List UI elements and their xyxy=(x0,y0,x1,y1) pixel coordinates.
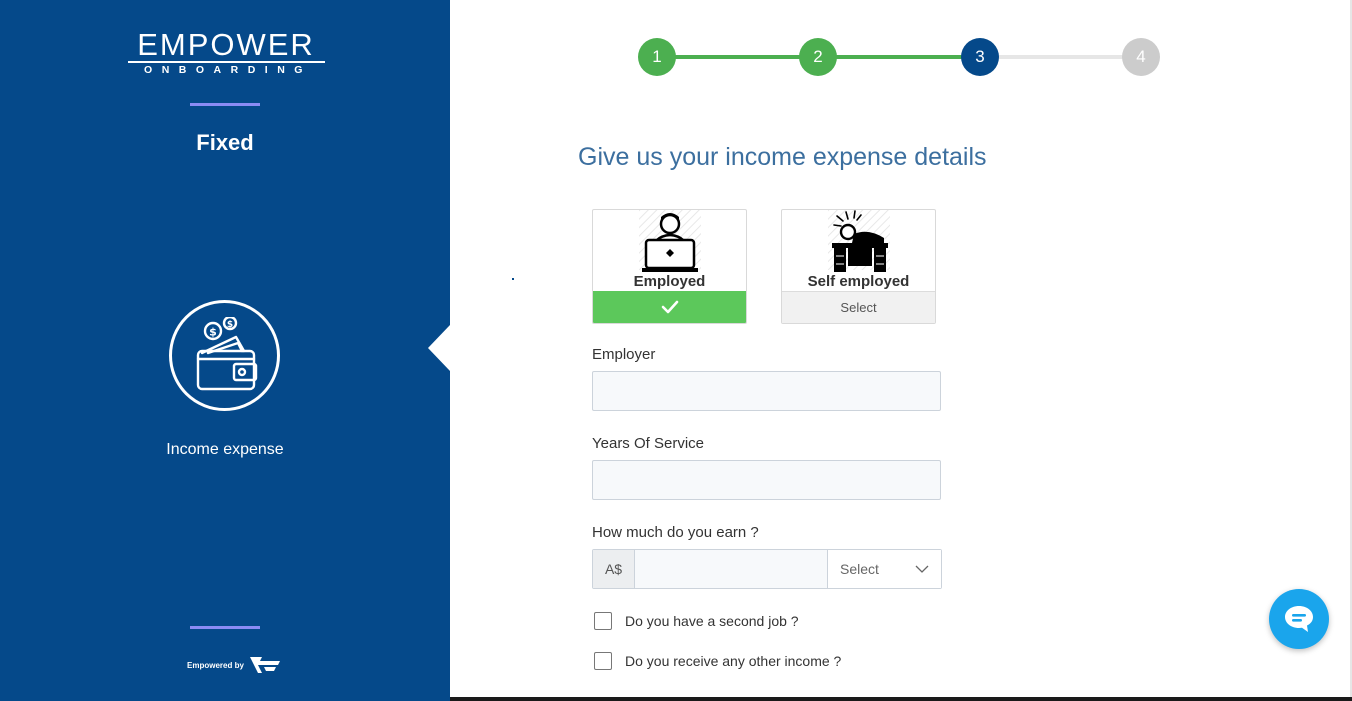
svg-text:$: $ xyxy=(227,320,233,330)
employed-option-card[interactable]: Employed xyxy=(592,209,747,324)
earnings-input-group: A$ Select xyxy=(592,549,942,589)
logo-sub-text: ONBOARDING xyxy=(144,64,312,76)
earnings-label: How much do you earn ? xyxy=(592,524,759,541)
second-job-label: Do you have a second job ? xyxy=(625,613,799,629)
progress-track-pending xyxy=(980,55,1141,59)
sidebar: EMPOWER ONBOARDING Fixed $ $ Income expe… xyxy=(0,0,450,701)
form-heading: Give us your income expense details xyxy=(578,143,987,171)
self-employed-option-card[interactable]: Self employed Select xyxy=(781,209,936,324)
self-employed-label: Self employed xyxy=(807,273,910,290)
stray-dot xyxy=(512,278,514,280)
employer-input[interactable] xyxy=(592,371,941,411)
step-4[interactable]: 4 xyxy=(1122,38,1160,76)
step-1[interactable]: 1 xyxy=(638,38,676,76)
employee-laptop-icon xyxy=(639,210,701,272)
earnings-frequency-select[interactable]: Select xyxy=(828,550,941,588)
chat-button[interactable] xyxy=(1269,589,1329,649)
empower-logo: EMPOWER ONBOARDING xyxy=(126,27,326,77)
second-job-row[interactable]: Do you have a second job ? xyxy=(594,612,799,630)
employer-label: Employer xyxy=(592,346,656,363)
powered-by-text: Empowered by xyxy=(187,660,244,670)
employed-label: Employed xyxy=(633,273,706,290)
years-of-service-label: Years Of Service xyxy=(592,435,704,452)
plan-title: Fixed xyxy=(196,130,254,155)
svg-text:$: $ xyxy=(209,326,217,339)
powered-by: Empowered by xyxy=(187,654,282,676)
years-of-service-input[interactable] xyxy=(592,460,941,500)
employed-selected-footer[interactable] xyxy=(593,291,746,323)
second-job-checkbox[interactable] xyxy=(594,612,612,630)
checkmark-icon xyxy=(661,300,678,314)
earnings-frequency-value: Select xyxy=(840,561,879,577)
bottom-edge-bar xyxy=(450,697,1352,701)
step-3[interactable]: 3 xyxy=(961,38,999,76)
active-step-pointer xyxy=(428,325,450,371)
self-employed-desk-icon xyxy=(828,210,890,272)
step-2[interactable]: 2 xyxy=(799,38,837,76)
logo-main-text: EMPOWER xyxy=(137,27,315,62)
earnings-amount-input[interactable] xyxy=(635,550,828,588)
wallet-icon: $ $ xyxy=(169,300,280,411)
other-income-label: Do you receive any other income ? xyxy=(625,653,842,669)
bottom-accent-line xyxy=(190,626,260,629)
other-income-checkbox[interactable] xyxy=(594,652,612,670)
chevron-down-icon xyxy=(915,565,929,573)
other-income-row[interactable]: Do you receive any other income ? xyxy=(594,652,841,670)
currency-prefix: A$ xyxy=(593,550,635,588)
chat-bubble-icon xyxy=(1285,606,1313,632)
partner-logo-icon xyxy=(249,657,280,673)
top-accent-line xyxy=(190,103,260,106)
current-step-label: Income expense xyxy=(166,441,284,458)
self-employed-select-button[interactable]: Select xyxy=(782,291,935,323)
